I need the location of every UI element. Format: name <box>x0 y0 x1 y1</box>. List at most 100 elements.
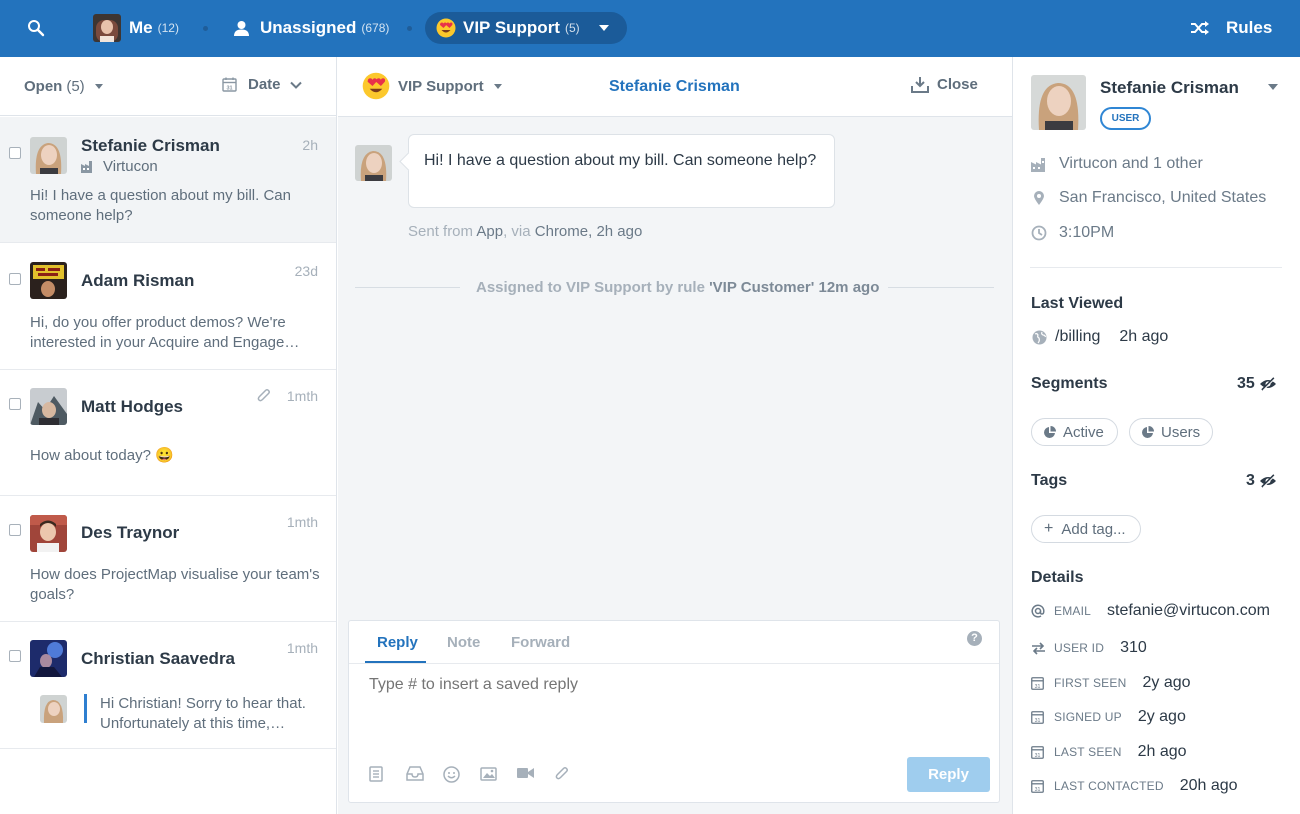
tab-note[interactable]: Note <box>447 634 480 651</box>
conversation-preview: How does ProjectMap visualise your team'… <box>30 566 320 603</box>
add-tag-button[interactable]: + Add tag... <box>1031 515 1141 543</box>
detail-row-first-seen: 31 FIRST SEEN 2y ago <box>1031 674 1191 692</box>
tab-reply[interactable]: Reply <box>377 634 418 651</box>
separator-dot <box>407 26 412 31</box>
composer-tabs: Reply Note Forward ? <box>349 621 999 664</box>
inbox-unassigned[interactable]: Unassigned (678) <box>233 12 389 44</box>
svg-text:31: 31 <box>226 86 232 92</box>
reply-composer: Reply Note Forward ? Reply <box>348 620 1000 803</box>
at-sign-icon <box>1031 604 1047 618</box>
chevron-down-icon <box>289 81 302 89</box>
article-icon[interactable] <box>406 766 443 784</box>
caret-down-icon <box>493 83 502 89</box>
conversation-preview: Hi! I have a question about my bill. Can… <box>30 187 291 224</box>
sort-dropdown[interactable]: 31 Date <box>222 76 302 93</box>
detail-label: USER ID <box>1054 641 1105 655</box>
status-filter-count: (5) <box>66 78 85 95</box>
conversation-preview: Hi, do you offer product demos? We're in… <box>30 314 300 351</box>
attachment-icon <box>257 389 270 402</box>
profile-company-text: Virtucon and 1 other <box>1059 155 1203 172</box>
last-viewed-page[interactable]: /billing <box>1055 328 1100 346</box>
send-reply-button[interactable]: Reply <box>907 757 990 792</box>
building-icon <box>81 161 92 173</box>
svg-text:31: 31 <box>1035 753 1041 759</box>
saved-reply-icon[interactable] <box>369 766 406 784</box>
conversation-checkbox[interactable] <box>9 273 21 285</box>
profile-local-time: 3:10PM <box>1031 224 1114 242</box>
avatar <box>355 145 392 181</box>
tags-title: Tags <box>1031 472 1068 489</box>
calendar-icon: 31 <box>1031 710 1047 724</box>
inbox-me-count: (12) <box>157 21 179 35</box>
avatar <box>1031 75 1086 130</box>
image-icon[interactable] <box>480 766 517 784</box>
conversation-name: Matt Hodges <box>81 397 183 416</box>
conversation-company: Virtucon <box>81 158 158 175</box>
user-role-badge: USER <box>1100 107 1151 130</box>
help-icon[interactable]: ? <box>967 631 982 646</box>
add-tag-label: Add tag... <box>1061 520 1126 538</box>
top-bar: Me (12) Unassigned (678) VIP Support (5)… <box>0 0 1300 57</box>
conversation-name: Adam Risman <box>81 271 195 290</box>
assignment-text: Assigned to VIP Support by rule <box>476 279 705 296</box>
hidden-eye-icon <box>1259 474 1276 488</box>
conversation-time: 23d <box>294 263 318 279</box>
detail-label: EMAIL <box>1054 604 1092 618</box>
rules-button[interactable]: Rules <box>1190 12 1272 44</box>
conversation-checkbox[interactable] <box>9 650 21 662</box>
conversation-name: Christian Saavedra <box>81 649 236 668</box>
conversation-item[interactable]: Des Traynor 1mth How does ProjectMap vis… <box>0 496 336 622</box>
profile-location-text: San Francisco, United States <box>1059 189 1267 206</box>
sort-label: Date <box>248 76 281 93</box>
close-conversation-button[interactable]: Close <box>911 76 978 93</box>
tags-count[interactable]: 3 <box>1246 472 1277 490</box>
meta-ago: , 2h ago <box>588 223 643 240</box>
conversation-item[interactable]: Stefanie Crisman 2h Virtucon Hi! I have … <box>0 117 336 243</box>
segments-count[interactable]: 35 <box>1237 375 1277 393</box>
team-assign-dropdown[interactable]: VIP Support <box>362 72 502 100</box>
search-icon[interactable] <box>27 19 45 37</box>
inbox-vip-support[interactable]: VIP Support (5) <box>425 12 627 44</box>
caret-down-icon <box>94 84 103 89</box>
conversation-item[interactable]: Christian Saavedra 1mth Hi Christian! So… <box>0 622 336 749</box>
segment-pill[interactable]: Users <box>1129 418 1213 446</box>
conversation-reply-preview: Hi Christian! Sorry to hear that. Unfort… <box>40 694 320 733</box>
video-icon[interactable] <box>517 766 554 784</box>
detail-value[interactable]: stefanie@virtucon.com <box>1107 602 1270 620</box>
detail-value: 310 <box>1120 639 1147 656</box>
conversation-company-name: Virtucon <box>103 158 158 175</box>
tags-count-value: 3 <box>1246 472 1255 489</box>
inbox-me[interactable]: Me (12) <box>93 12 179 44</box>
caret-down-icon[interactable] <box>1268 84 1278 90</box>
conversation-item[interactable]: Matt Hodges 1mth How about today? 😀 <box>0 370 336 496</box>
status-filter-label: Open <box>24 78 63 95</box>
tab-forward[interactable]: Forward <box>511 634 570 651</box>
conversation-preview: How about today? 😀 <box>30 447 174 464</box>
separator-dot <box>203 26 208 31</box>
detail-value: 20h ago <box>1179 777 1238 794</box>
svg-text:31: 31 <box>1035 684 1041 690</box>
caret-down-icon <box>599 25 609 31</box>
profile-company[interactable]: Virtucon and 1 other <box>1031 155 1203 173</box>
detail-label: SIGNED UP <box>1054 710 1122 724</box>
detail-row-email: EMAIL stefanie@virtucon.com <box>1031 602 1270 620</box>
segment-pill[interactable]: Active <box>1031 418 1118 446</box>
avatar <box>30 262 67 299</box>
profile-name: Stefanie Crisman <box>1100 78 1239 97</box>
globe-icon <box>1032 330 1047 344</box>
conversation-checkbox[interactable] <box>9 524 21 536</box>
status-filter-dropdown[interactable]: Open (5) <box>24 78 103 95</box>
reply-input[interactable] <box>369 676 969 694</box>
calendar-icon: 31 <box>1031 779 1047 793</box>
meta-app: App <box>476 223 504 240</box>
segments-count-value: 35 <box>1237 375 1255 392</box>
conversation-title[interactable]: Stefanie Crisman <box>609 78 740 96</box>
emoji-icon[interactable] <box>443 766 480 784</box>
conversation-item[interactable]: Adam Risman 23d Hi, do you offer product… <box>0 243 336 370</box>
attachment-icon[interactable] <box>554 766 591 784</box>
detail-row-signed-up: 31 SIGNED UP 2y ago <box>1031 708 1186 726</box>
conversation-checkbox[interactable] <box>9 147 21 159</box>
close-label: Close <box>937 76 978 93</box>
message-bubble: Hi! I have a question about my bill. Can… <box>408 134 835 208</box>
conversation-checkbox[interactable] <box>9 398 21 410</box>
